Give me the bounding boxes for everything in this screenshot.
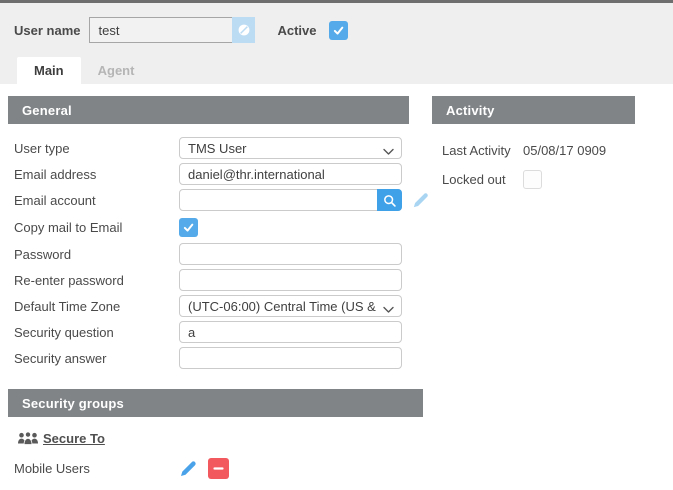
circle-slash-icon (236, 22, 252, 38)
email-account-search-button[interactable] (377, 189, 402, 211)
security-question-label: Security question (14, 325, 179, 340)
search-icon (382, 193, 397, 208)
security-answer-label: Security answer (14, 351, 179, 366)
last-activity-row: Last Activity 05/08/17 0909 (442, 140, 635, 160)
active-checkbox[interactable] (329, 21, 348, 40)
security-group-row: Mobile Users (8, 446, 423, 479)
security-question-input[interactable] (179, 321, 402, 343)
chevron-down-icon (383, 144, 394, 159)
timezone-select[interactable]: (UTC-06:00) Central Time (US & Canada) (179, 295, 402, 317)
copy-mail-row: Copy mail to Email (14, 215, 409, 239)
email-account-edit-button[interactable] (411, 191, 430, 210)
password-row: Password (14, 243, 409, 265)
activity-section-header: Activity (432, 96, 635, 124)
last-activity-label: Last Activity (442, 143, 523, 158)
general-section: General User type TMS User Email address (8, 96, 409, 373)
username-input[interactable] (89, 17, 232, 43)
check-icon (182, 221, 195, 234)
secure-to-link[interactable]: Secure To (43, 431, 105, 446)
locked-out-label: Locked out (442, 172, 523, 187)
security-question-row: Security question (14, 321, 409, 343)
reenter-password-label: Re-enter password (14, 273, 179, 288)
security-groups-header: Security groups (8, 389, 423, 417)
security-answer-row: Security answer (14, 347, 409, 369)
security-answer-input[interactable] (179, 347, 402, 369)
password-label: Password (14, 247, 179, 262)
pencil-icon (411, 191, 430, 210)
security-group-name: Mobile Users (14, 461, 178, 476)
general-section-header: General (8, 96, 409, 124)
email-account-row: Email account (14, 189, 409, 211)
user-type-select[interactable]: TMS User (179, 137, 402, 159)
timezone-row: Default Time Zone (UTC-06:00) Central Ti… (14, 295, 409, 317)
password-input[interactable] (179, 243, 402, 265)
locked-out-checkbox[interactable] (523, 170, 542, 189)
tab-strip: Main Agent (0, 57, 673, 84)
edit-group-button[interactable] (178, 459, 198, 479)
check-icon (332, 24, 345, 37)
user-name-bar: User name Active (0, 3, 673, 57)
chevron-down-icon (383, 302, 394, 317)
remove-group-button[interactable] (208, 458, 229, 479)
locked-out-row: Locked out (442, 169, 635, 189)
active-label: Active (277, 23, 316, 38)
pencil-icon (178, 459, 198, 479)
user-type-row: User type TMS User (14, 137, 409, 159)
reenter-password-row: Re-enter password (14, 269, 409, 291)
user-type-label: User type (14, 141, 179, 156)
username-edit-button[interactable] (232, 17, 255, 43)
reenter-password-input[interactable] (179, 269, 402, 291)
last-activity-value: 05/08/17 0909 (523, 143, 606, 158)
activity-section: Activity Last Activity 05/08/17 0909 Loc… (432, 96, 635, 198)
email-account-label: Email account (14, 193, 179, 208)
secure-to-row: Secure To (8, 417, 423, 446)
user-type-value: TMS User (188, 141, 377, 156)
email-address-label: Email address (14, 167, 179, 182)
tab-main[interactable]: Main (17, 57, 81, 84)
copy-mail-checkbox[interactable] (179, 218, 198, 237)
copy-mail-label: Copy mail to Email (14, 220, 179, 235)
security-groups-section: Security groups Secure To Mobile Users (8, 389, 423, 479)
email-address-input[interactable] (179, 163, 402, 185)
users-group-icon (17, 431, 39, 446)
minus-icon (213, 463, 224, 474)
timezone-label: Default Time Zone (14, 299, 179, 314)
email-address-row: Email address (14, 163, 409, 185)
username-label: User name (14, 23, 80, 38)
user-settings-page: User name Active Main Agent (0, 0, 673, 490)
timezone-value: (UTC-06:00) Central Time (US & Canada) (188, 299, 377, 314)
tab-agent[interactable]: Agent (81, 57, 152, 84)
email-account-input[interactable] (179, 189, 402, 211)
